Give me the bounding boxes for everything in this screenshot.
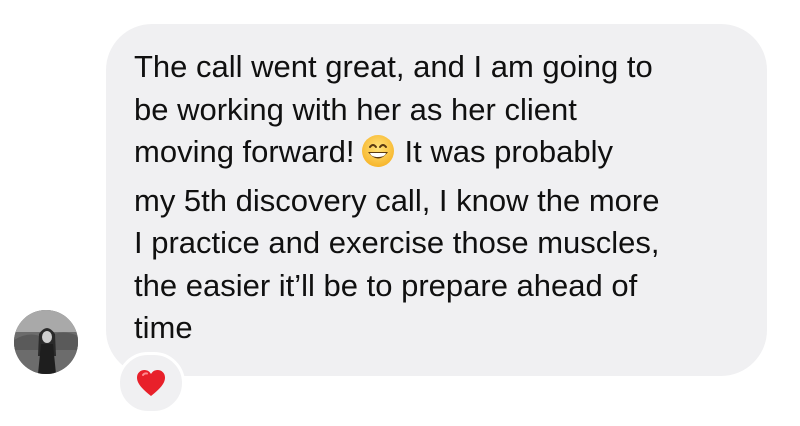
message-line-segment: moving forward! (134, 134, 355, 169)
message-line-segment: It was probably (404, 134, 614, 169)
message-line: The call went great, and I am going to (134, 49, 653, 84)
message-line-with-emoji: moving forward! It was probably (134, 131, 739, 180)
message-line: be working with her as her client (134, 91, 577, 127)
message-line: I practice and exercise those muscles, (134, 225, 660, 260)
reaction-badge[interactable] (117, 352, 185, 414)
avatar-photo (14, 310, 78, 374)
message-line: the easier it’ll be to prepare ahead of (134, 267, 638, 303)
message-bubble[interactable]: The call went great, and I am going to b… (106, 24, 767, 376)
grinning-face-with-smiling-eyes-icon (361, 134, 395, 180)
avatar[interactable] (14, 310, 78, 374)
message-line: my 5th discovery call, I know the more (134, 182, 660, 218)
message-line: time (134, 310, 193, 345)
red-heart-icon (137, 370, 165, 396)
message-thread: The call went great, and I am going to b… (0, 0, 800, 426)
